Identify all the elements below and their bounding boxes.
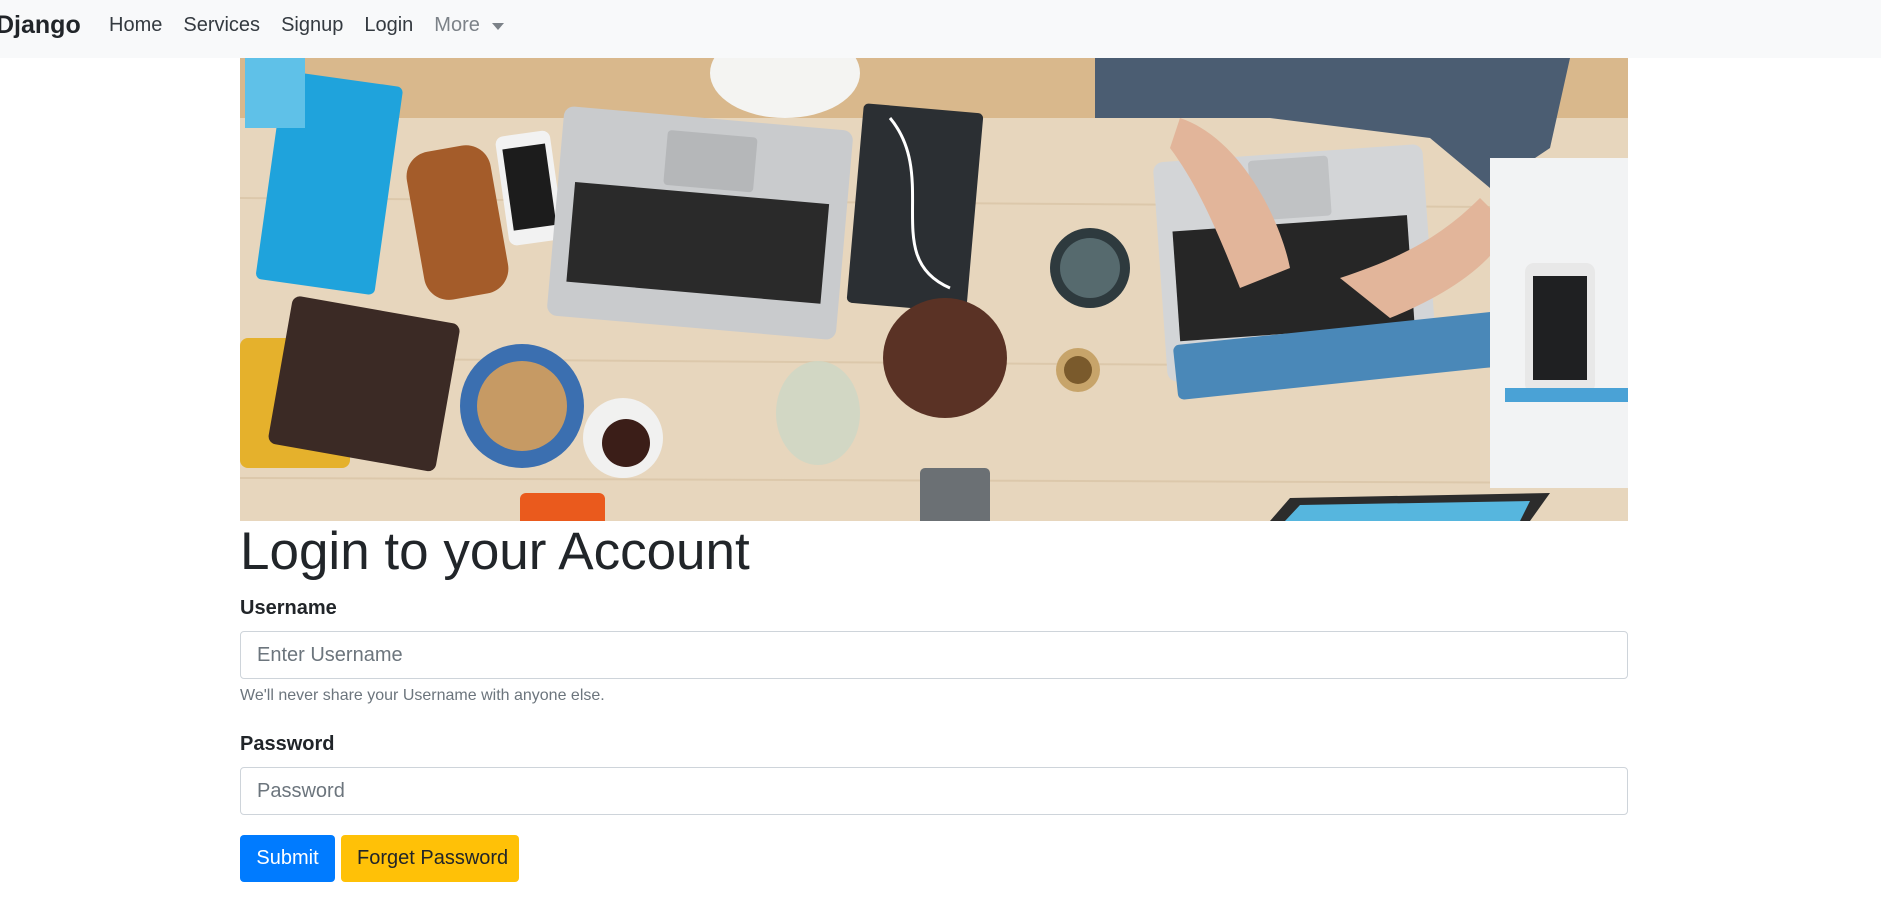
hero-image xyxy=(240,58,1628,521)
nav-link-services[interactable]: Services xyxy=(183,12,260,38)
nav-link-login[interactable]: Login xyxy=(364,12,413,38)
username-help-text: We'll never share your Username with any… xyxy=(240,687,605,704)
submit-button[interactable]: Submit xyxy=(240,835,335,882)
nav-link-home[interactable]: Home xyxy=(109,12,162,38)
navbar-brand[interactable]: Django xyxy=(0,10,81,40)
navbar: Django Home Services Signup Login More xyxy=(0,0,1881,58)
password-label: Password xyxy=(240,733,335,755)
nav-dropdown-more-label: More xyxy=(434,14,480,36)
password-input[interactable] xyxy=(240,767,1628,815)
username-label: Username xyxy=(240,597,337,619)
nav-dropdown-more[interactable]: More xyxy=(434,12,504,38)
chevron-down-icon xyxy=(491,22,504,30)
username-input[interactable] xyxy=(240,631,1628,679)
nav-links: Home Services Signup Login More xyxy=(109,12,525,38)
forget-password-button[interactable]: Forget Password xyxy=(341,835,519,882)
nav-link-signup[interactable]: Signup xyxy=(281,12,343,38)
page-title: Login to your Account xyxy=(240,522,750,581)
